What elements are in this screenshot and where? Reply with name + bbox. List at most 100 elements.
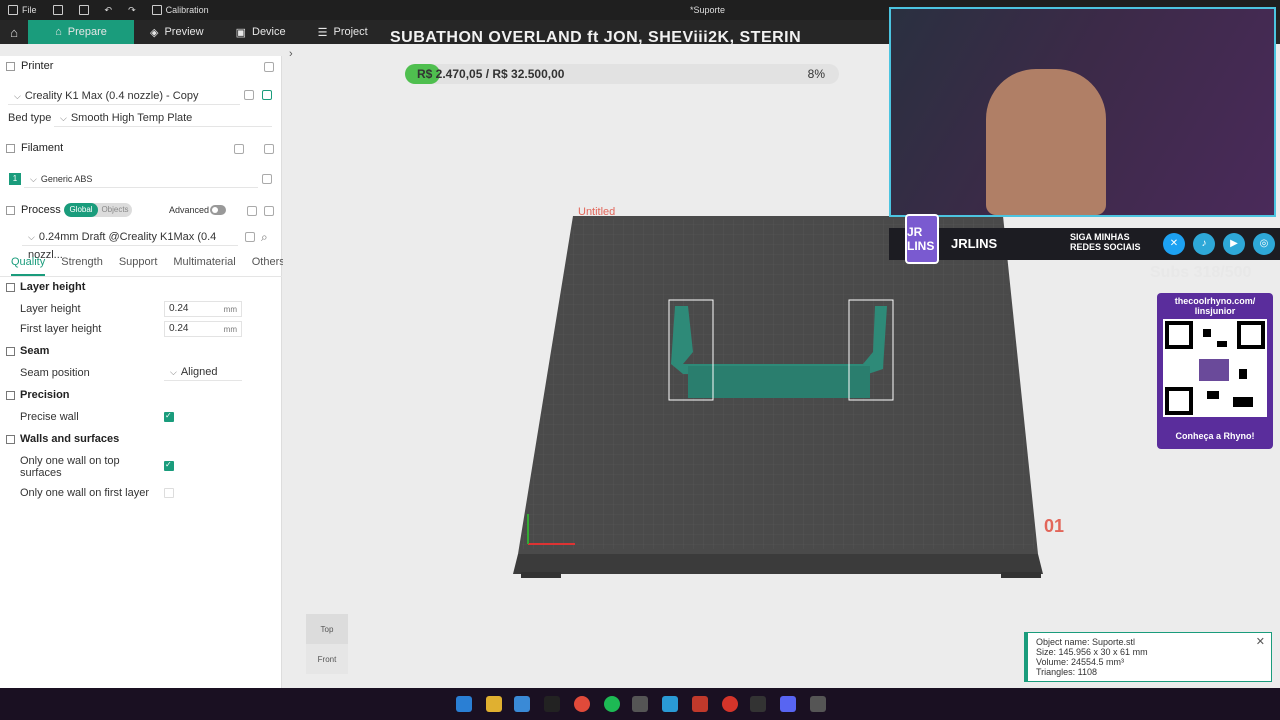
file-icon [8, 5, 18, 15]
filament-select[interactable]: Generic ABS [24, 170, 258, 188]
process-settings-icon[interactable] [264, 206, 274, 216]
slicer-icon[interactable] [810, 696, 826, 712]
edge-icon[interactable] [514, 696, 530, 712]
view-cube-front[interactable]: Front [306, 644, 348, 674]
compare-icon[interactable] [247, 206, 257, 216]
tab-preview[interactable]: ◈ Preview [134, 20, 220, 44]
layer-height-value: 0.24 [169, 303, 189, 314]
first-layer-height-value: 0.24 [169, 323, 189, 334]
home-icon: ⌂ [10, 24, 18, 40]
tab-quality[interactable]: Quality [11, 256, 46, 276]
filament-icon [6, 143, 15, 153]
filament-slot-badge: 1 [9, 173, 21, 185]
layer-height-group: Layer height [6, 281, 85, 293]
instagram-icon: ◎ [1253, 233, 1275, 255]
calibration-menu[interactable]: Calibration [144, 0, 217, 20]
tab-prepare[interactable]: ⌂ Prepare [28, 20, 134, 44]
steam-icon[interactable] [544, 696, 560, 712]
edit-printer-icon[interactable] [244, 90, 254, 100]
object-size: Size: 145.956 x 30 x 61 mm [1036, 647, 1148, 657]
youtube-icon: ▶ [1223, 233, 1245, 255]
tab-multimaterial[interactable]: Multimaterial [173, 256, 235, 276]
layer-height-icon [6, 282, 15, 292]
printer-settings-icon[interactable] [264, 62, 274, 72]
app-icon-2[interactable] [692, 696, 708, 712]
tab-support[interactable]: Support [119, 256, 158, 276]
view-cube-top[interactable]: Top [306, 614, 348, 644]
edit-filament-icon[interactable] [262, 174, 272, 184]
seam-group-label: Seam [20, 345, 50, 357]
layer-height-input[interactable]: 0.24 mm [164, 301, 242, 317]
first-layer-height-input[interactable]: 0.24 mm [164, 321, 242, 337]
save-preset-icon[interactable] [245, 232, 255, 242]
tab-project[interactable]: ☰ Project [302, 20, 384, 44]
wifi-icon[interactable] [262, 90, 272, 100]
x-icon: ✕ [1163, 233, 1185, 255]
global-option[interactable]: Global [64, 203, 98, 217]
one-wall-top-checkbox[interactable] [164, 460, 174, 471]
process-icon [6, 205, 15, 215]
preview-icon: ◈ [150, 26, 159, 39]
menu-icon [52, 5, 63, 15]
save-button[interactable] [71, 0, 97, 20]
home-button[interactable]: ⌂ [0, 20, 28, 44]
chrome-icon[interactable] [574, 696, 590, 712]
layer-height-group-label: Layer height [20, 281, 86, 293]
bed-type-select[interactable]: Smooth High Temp Plate [54, 109, 272, 127]
tab-strength[interactable]: Strength [61, 256, 103, 276]
seam-position-label: Seam position [20, 367, 90, 379]
device-icon: ▣ [235, 26, 246, 39]
search-icon[interactable]: ⌕ [261, 230, 268, 245]
build-plate-edge [513, 554, 1043, 574]
precision-group: Precision [6, 389, 70, 401]
explorer-icon[interactable] [486, 696, 502, 712]
filament-settings-icon[interactable] [264, 144, 274, 154]
seam-group: Seam [6, 345, 49, 357]
qr-promo: thecoolrhyno.com/ linsjunior Conheça a R… [1157, 293, 1273, 449]
advanced-toggle[interactable] [210, 205, 226, 215]
app-icon-3[interactable] [722, 696, 738, 712]
tiktok-icon: ♪ [1193, 233, 1215, 255]
process-section-header: Process [6, 204, 61, 216]
object-info-panel: Object name: Suporte.stl Size: 145.956 x… [1024, 632, 1272, 682]
close-icon[interactable]: ✕ [1256, 637, 1265, 648]
global-objects-switch[interactable]: Global Objects [64, 203, 132, 217]
object-volume: Volume: 24554.5 mm³ [1036, 657, 1125, 667]
seam-position-select[interactable]: Aligned [164, 363, 242, 381]
qr-footer: Conheça a Rhyno! [1175, 431, 1255, 441]
filament-section-header: Filament [6, 142, 63, 154]
undo-button[interactable]: ↶ [97, 0, 121, 20]
printer-section-label: Printer [21, 60, 54, 72]
project-icon: ☰ [317, 26, 328, 39]
tab-project-label: Project [333, 26, 368, 38]
printer-icon [6, 61, 15, 71]
menu-button[interactable] [45, 0, 71, 20]
settings-tabs: Quality Strength Support Multimaterial O… [0, 256, 285, 276]
discord-icon[interactable] [780, 696, 796, 712]
process-preset-select[interactable]: 0.24mm Draft @Creality K1Max (0.4 nozzl.… [22, 228, 238, 261]
redo-button[interactable]: ↷ [120, 0, 144, 20]
object-name: Object name: Suporte.stl [1036, 637, 1136, 647]
tab-device[interactable]: ▣ Device [220, 20, 302, 44]
tab-prepare-label: Prepare [67, 26, 107, 38]
subs-counter: Subs 318/500 [1150, 264, 1252, 281]
prepare-icon: ⌂ [55, 26, 62, 38]
add-filament-icon[interactable] [234, 144, 244, 154]
precision-group-label: Precision [20, 389, 70, 401]
objects-option[interactable]: Objects [98, 203, 132, 217]
one-wall-first-checkbox[interactable] [164, 488, 174, 498]
one-wall-first-label: Only one wall on first layer [20, 487, 149, 499]
precise-wall-checkbox[interactable] [164, 411, 174, 422]
tabs-divider [0, 276, 282, 277]
view-cube[interactable]: Top Front [304, 614, 348, 674]
obs-icon[interactable] [632, 696, 648, 712]
terminal-icon[interactable] [750, 696, 766, 712]
start-icon[interactable] [456, 696, 472, 712]
printer-select[interactable]: Creality K1 Max (0.4 nozzle) - Copy [8, 87, 240, 105]
qr-title: thecoolrhyno.com/ linsjunior [1174, 296, 1256, 316]
tab-others[interactable]: Others [252, 256, 285, 276]
app-icon[interactable] [662, 696, 678, 712]
spotify-icon[interactable] [604, 696, 620, 712]
file-menu[interactable]: File [0, 0, 45, 20]
precision-icon [6, 390, 15, 400]
